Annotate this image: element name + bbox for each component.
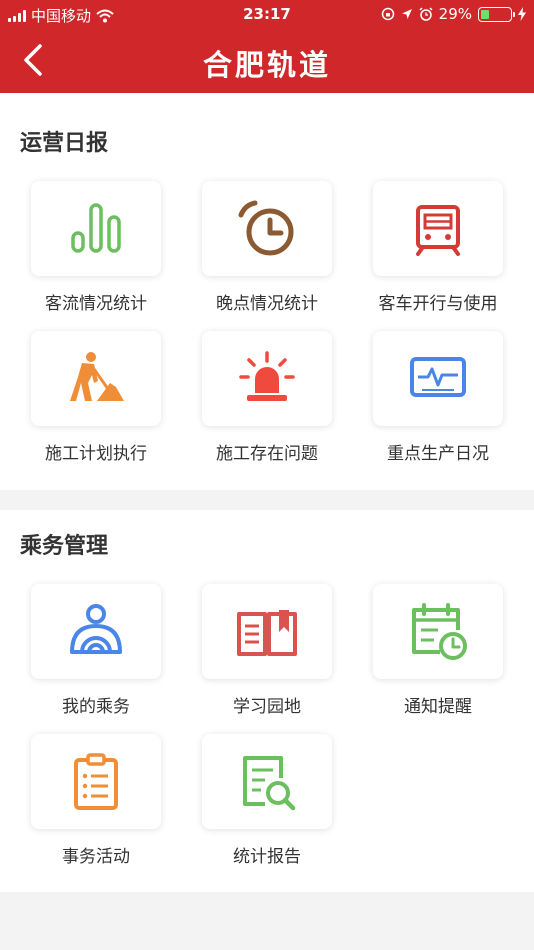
menu-item-statistics-report[interactable]: 统计报告 (185, 734, 345, 874)
battery-fill (481, 9, 490, 19)
alarm-icon (419, 7, 433, 21)
monitor-icon (410, 356, 466, 397)
rotation-lock-icon (381, 7, 394, 21)
alarm-clock-icon (238, 200, 294, 255)
menu-item-label: 通知提醒 (404, 697, 472, 717)
menu-tile[interactable] (373, 584, 503, 679)
menu-item-affairs[interactable]: 事务活动 (14, 734, 174, 874)
menu-item-label: 事务活动 (62, 847, 130, 867)
battery-icon (478, 6, 515, 22)
status-right: 29% (381, 5, 526, 23)
menu-item-construction-plan[interactable]: 施工计划执行 (14, 331, 174, 471)
menu-tile[interactable] (202, 331, 332, 426)
nav-bar: 合肥轨道 (0, 28, 534, 93)
menu-item-delay-stats[interactable]: 晚点情况统计 (185, 181, 345, 321)
menu-item-label: 统计报告 (233, 847, 301, 867)
menu-item-construction-issues[interactable]: 施工存在问题 (185, 331, 345, 471)
menu-tile[interactable] (373, 331, 503, 426)
driver-icon (70, 603, 122, 654)
bar-chart-icon (71, 202, 121, 253)
battery-percent: 29% (438, 5, 472, 23)
menu-item-label: 客车开行与使用 (378, 294, 498, 314)
menu-tile[interactable] (31, 734, 161, 829)
menu-item-label: 施工存在问题 (216, 444, 318, 464)
menu-tile[interactable] (31, 584, 161, 679)
menu-item-my-crew[interactable]: 我的乘务 (14, 584, 174, 724)
menu-item-passenger-flow[interactable]: 客流情况统计 (14, 181, 174, 321)
menu-item-label: 重点生产日况 (387, 444, 489, 464)
menu-item-label: 客流情况统计 (45, 294, 147, 314)
menu-item-study-area[interactable]: 学习园地 (185, 584, 345, 724)
menu-item-train-operation[interactable]: 客车开行与使用 (356, 181, 516, 321)
menu-tile[interactable] (202, 584, 332, 679)
document-search-icon (243, 755, 296, 810)
construction-worker-icon (70, 351, 124, 401)
section-title: 运营日报 (20, 131, 109, 156)
menu-tile[interactable] (31, 331, 161, 426)
page-title: 合肥轨道 (202, 48, 331, 82)
menu-tile[interactable] (202, 734, 332, 829)
menu-item-key-production[interactable]: 重点生产日况 (356, 331, 516, 471)
menu-item-notifications[interactable]: 通知提醒 (356, 584, 516, 724)
section-title: 乘务管理 (20, 534, 109, 559)
book-icon (237, 609, 297, 656)
train-icon (416, 204, 460, 256)
status-bar: 中国移动 23:17 29% (0, 0, 534, 28)
section-crew-management: 乘务管理 我的乘务 学习园地 通知提醒 事务活动 统计报告 (0, 510, 534, 892)
clipboard-icon (74, 752, 118, 810)
charging-icon (518, 7, 526, 21)
menu-tile[interactable] (31, 181, 161, 276)
location-icon (401, 9, 412, 19)
menu-item-label: 晚点情况统计 (216, 294, 318, 314)
menu-tile[interactable] (202, 181, 332, 276)
calendar-clock-icon (412, 602, 467, 660)
menu-tile[interactable] (373, 181, 503, 276)
menu-item-label: 我的乘务 (62, 697, 130, 717)
menu-item-label: 学习园地 (233, 697, 301, 717)
section-operations-report: 运营日报 客流情况统计 晚点情况统计 客车开行与使用 施工计划执行 施工存在问题… (0, 93, 534, 490)
siren-icon (239, 350, 295, 401)
menu-item-label: 施工计划执行 (45, 444, 147, 464)
